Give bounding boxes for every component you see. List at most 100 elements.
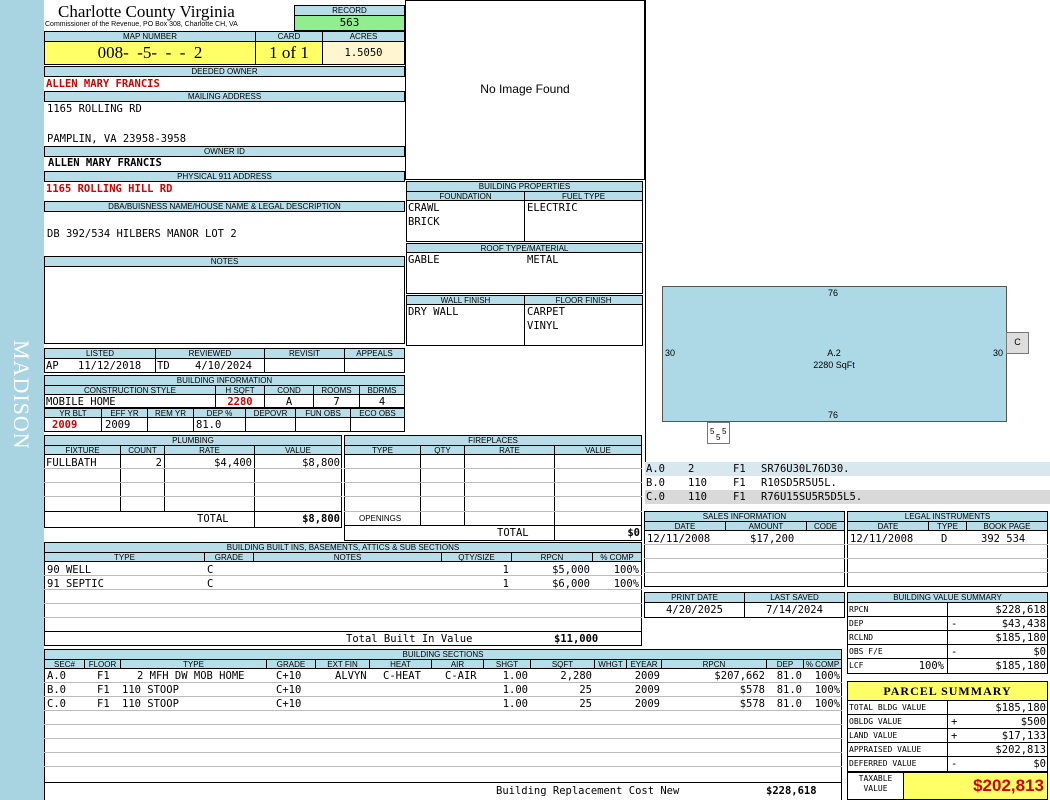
sketch-code-v1: 110 (688, 491, 707, 503)
sketch-code-fl: F1 (733, 463, 746, 475)
section-eyear: 2009 (634, 698, 660, 710)
bvs-obs: $0 (1033, 646, 1046, 658)
section-dep: 81.0 (776, 698, 802, 710)
built-in-total: $11,000 (554, 633, 599, 645)
legal-date: 12/11/2008 (850, 533, 914, 545)
section-grade: C+10 (276, 698, 302, 710)
section-rpcn: $578 (739, 698, 765, 710)
floor-finish-1: CARPET (527, 306, 565, 318)
built-in-comp: 100% (613, 578, 639, 590)
parcel-land-label: LAND VALUE (849, 731, 898, 740)
floor-finish-2: VINYL (527, 320, 559, 332)
physical-address: 1165 ROLLING HILL RD (46, 183, 173, 195)
section-sqft: 2,280 (560, 670, 592, 682)
parcel-summary-header: PARCEL SUMMARY (847, 681, 1048, 701)
legal-type: D (941, 533, 948, 545)
section-grade: C+10 (276, 684, 302, 696)
physical-address-header: PHYSICAL 911 ADDRESS (44, 171, 405, 182)
built-in-rpcn: $5,000 (552, 564, 590, 576)
fuel-type: ELECTRIC (527, 202, 578, 214)
plumbing-total-label: TOTAL (197, 513, 229, 525)
bvs-lcf-label: LCF (849, 661, 864, 670)
legal-description: DB 392/534 HILBERS MANOR LOT 2 (47, 228, 237, 240)
effective-year: 2009 (105, 419, 131, 431)
section-grade: C+10 (276, 670, 302, 682)
hsqft-value: 2280 (227, 396, 253, 408)
bvs-rpcn: $228,618 (995, 604, 1046, 616)
sketch-right-dim: 30 (993, 348, 1004, 358)
bvs-lcf-pct: 100% (918, 660, 944, 672)
sketch-stoop-b-right: 5 (722, 427, 727, 436)
bdrms-value: 4 (378, 396, 386, 408)
sketch-code-code: SR76U30L76D30. (761, 463, 850, 475)
sketch-code-sec: B.0 (646, 477, 665, 489)
no-image-text: No Image Found (480, 82, 570, 96)
side-label: MADISON (9, 340, 34, 450)
reviewed-code: TD (157, 360, 170, 372)
listed-code: AP (46, 360, 59, 372)
owner-id: ALLEN MARY FRANCIS (48, 157, 162, 169)
sketch-area-label: 2280 SqFt (813, 360, 855, 370)
section-dep: 81.0 (776, 670, 802, 682)
sketch-left-dim: 30 (665, 348, 676, 358)
bvs-rclnd-label: RCLND (849, 633, 874, 642)
section-sqft: 25 (579, 684, 592, 696)
parcel-deferred-label: DEFERRED VALUE (849, 759, 917, 768)
mailing-line-1: 1165 ROLLING RD (47, 103, 142, 115)
print-date: 4/20/2025 (666, 604, 723, 616)
built-in-comp: 100% (613, 564, 639, 576)
plumbing-value: $8,800 (302, 457, 340, 469)
map-number: 008- -5- - - 2 (44, 41, 256, 65)
section-air: C-AIR (445, 670, 477, 682)
sketch-code-code: R10SD5R5U5L. (761, 477, 837, 489)
wall-finish: DRY WALL (408, 306, 459, 318)
fireplaces-total-label: TOTAL (497, 527, 529, 539)
section-rpcn: $207,662 (714, 670, 765, 682)
notes-box (44, 266, 405, 344)
parcel-obldg-label: OBLDG VALUE (849, 717, 902, 726)
reviewed-date: 4/10/2024 (195, 360, 252, 372)
sketch-stoop-b-left: 5 (710, 427, 715, 436)
foundation-2: BRICK (408, 216, 440, 228)
section-shgt: 1.00 (502, 670, 528, 682)
rooms-value: 7 (333, 396, 340, 408)
plumbing-count: 2 (155, 457, 162, 469)
parcel-appraised-label: APPRAISED VALUE (849, 745, 922, 754)
section-type: 110 STOOP (122, 684, 179, 696)
card-value: 1 of 1 (255, 41, 323, 65)
deeded-owner: ALLEN MARY FRANCIS (46, 78, 160, 90)
sketch-code-v1: 110 (688, 477, 707, 489)
bvs-lcf: $185,180 (995, 660, 1046, 672)
sketch-bottom-dim: 76 (828, 410, 839, 420)
bvs-dep: $43,438 (1001, 618, 1046, 630)
acres-value: 1.5050 (322, 41, 405, 65)
built-in-type: 91 SEPTIC (47, 578, 104, 590)
parcel-appraised: $202,813 (995, 744, 1046, 756)
sale-amount: $17,200 (750, 533, 795, 545)
built-in-total-label: Total Built In Value (346, 633, 473, 645)
parcel-bldg: $185,180 (995, 702, 1046, 714)
bvs-dep-label: DEP (849, 619, 864, 628)
taxable-value: $202,813 (903, 772, 1048, 800)
construction-style: MOBILE HOME (46, 396, 116, 408)
sketch-top-dim: 76 (828, 288, 839, 298)
section-floor: F1 (97, 670, 110, 682)
section-comp: 100% (814, 684, 840, 696)
brcn-label: Building Replacement Cost New (496, 785, 680, 797)
sketch-stoop-c-label: C (1014, 337, 1021, 347)
section-shgt: 1.00 (502, 684, 528, 696)
section-type: 2 MFH DW MOB HOME (137, 670, 245, 682)
built-in-qty: 1 (502, 578, 509, 590)
year-built: 2009 (52, 419, 78, 431)
parcel-obldg: $500 (1020, 716, 1046, 728)
built-in-qty: 1 (502, 564, 509, 576)
county-title: Charlotte County Virginia (58, 2, 235, 21)
built-in-rpcn: $6,000 (552, 578, 590, 590)
record-value: 563 (294, 15, 405, 31)
brcn-value: $228,618 (766, 785, 817, 797)
section-sqft: 25 (579, 698, 592, 710)
owner-id-header: OWNER ID (44, 146, 405, 157)
parcel-land: $17,133 (1001, 730, 1046, 742)
section-eyear: 2009 (634, 684, 660, 696)
section-floor: F1 (97, 698, 110, 710)
